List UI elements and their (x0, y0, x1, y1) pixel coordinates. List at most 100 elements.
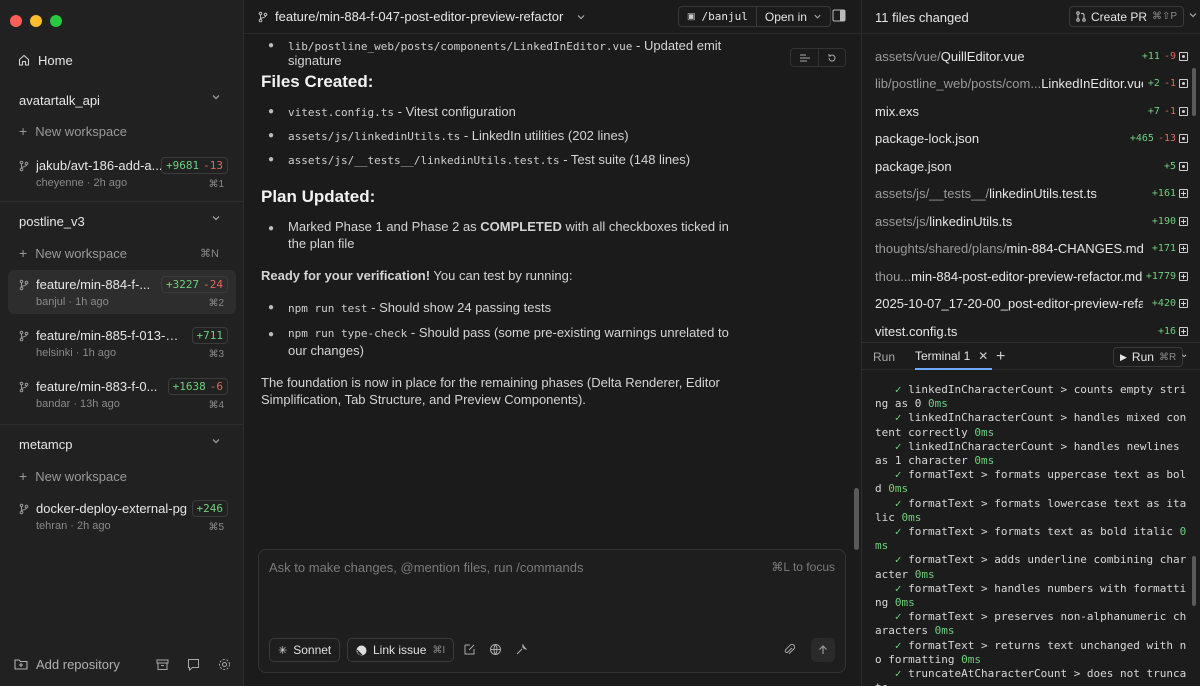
diff-stats: +7 -1 (1143, 105, 1176, 117)
create-pr-button[interactable]: Create PR ⌘⇧P (1069, 6, 1185, 27)
list-item: ● npm run type-check - Should pass (some … (268, 325, 729, 358)
divider (0, 201, 243, 202)
diff-stats: +465 -13 (1125, 133, 1176, 144)
file-path: thou...min-884-post-editor-preview-refac… (875, 268, 1143, 284)
open-in-button[interactable]: Open in (757, 7, 830, 26)
workspace-shortcut: ⌘3 (208, 349, 224, 360)
scrollbar[interactable] (854, 488, 859, 550)
home-icon (18, 54, 30, 66)
workspace-item[interactable]: docker-deploy-external-pg tehran · 2h ag… (8, 494, 236, 538)
repo-header-postline-v3[interactable]: postline_v3 (8, 209, 235, 233)
archive-icon[interactable] (156, 658, 169, 671)
file-path: 2025-10-07_17-20-00_post-editor-preview-… (875, 296, 1143, 311)
changed-file-row[interactable]: mix.exs +7 -1 (862, 97, 1200, 125)
workspace-shortcut: ⌘4 (208, 400, 224, 411)
revert-icon[interactable] (818, 49, 845, 66)
scrollbar[interactable] (1192, 68, 1196, 116)
new-workspace-label: New workspace (35, 123, 127, 139)
paperclip-icon[interactable] (783, 643, 795, 656)
link-issue-button[interactable]: Link issue ⌘I (347, 638, 455, 662)
workspace-item-active[interactable]: feature/min-884-f-... banjul · 1h ago +3… (8, 270, 236, 314)
model-selector[interactable]: ✳ Sonnet (269, 638, 341, 662)
changed-file-row[interactable]: lib/postline_web/posts/com...LinkedInEdi… (862, 70, 1200, 98)
file-path: vitest.config.ts (875, 323, 958, 339)
changed-file-row[interactable]: 2025-10-07_17-20-00_post-editor-preview-… (862, 290, 1200, 318)
file-modified-icon (1179, 161, 1188, 171)
toggle-panel-icon[interactable] (832, 9, 846, 22)
list-icon[interactable] (791, 49, 818, 66)
globe-icon[interactable] (489, 643, 502, 656)
new-workspace-button[interactable]: + New workspace (8, 120, 235, 142)
changed-file-row[interactable]: vitest.config.ts +16 (862, 317, 1200, 345)
composer[interactable]: Ask to make changes, @mention files, run… (258, 549, 846, 673)
list-item: ● lib/postline_web/posts/components/Linke… (268, 38, 722, 68)
run-options-chevron-icon[interactable]: ⌄ (1180, 349, 1188, 360)
files-changed-count: 11 files changed (875, 10, 969, 25)
file-added-icon (1179, 244, 1188, 253)
changed-file-row[interactable]: assets/js/__tests__/linkedinUtils.test.t… (862, 180, 1200, 208)
model-label: Sonnet (293, 643, 332, 657)
composer-input[interactable]: Ask to make changes, @mention files, run… (269, 560, 584, 575)
close-window-button[interactable] (10, 15, 22, 27)
file-added-icon (1179, 216, 1188, 226)
workspace-shortcut: ⌘2 (208, 298, 224, 309)
changed-file-row[interactable]: assets/js/linkedinUtils.ts +190 (862, 207, 1200, 235)
send-button[interactable] (811, 638, 835, 662)
play-icon: ▶ (1120, 351, 1127, 362)
wrench-icon[interactable] (515, 643, 528, 656)
run-button[interactable]: ▶ Run ⌘R (1113, 347, 1184, 367)
workspace-name: feature/min-884-f-... (36, 277, 151, 292)
scrollbar[interactable] (1192, 556, 1196, 606)
file-modified-icon (1179, 106, 1188, 116)
add-repository-button[interactable]: Add repository (14, 657, 120, 672)
chevron-down-icon (577, 14, 585, 19)
tab-terminal-1[interactable]: Terminal 1 ✕ (915, 343, 993, 370)
file-path: assets/js/linkedinUtils.ts (875, 213, 1013, 229)
terminal-line: ✓ linkedInCharacterCount > counts empty … (875, 383, 1187, 411)
git-branch-icon (19, 381, 29, 393)
close-icon[interactable]: ✕ (978, 349, 988, 363)
changed-file-row[interactable]: package.json +5 (862, 152, 1200, 180)
zoom-window-button[interactable] (50, 15, 62, 27)
diff-badge: +246 (191, 500, 228, 517)
changed-file-row[interactable]: thoughts/shared/plans/min-884-CHANGES.md… (862, 235, 1200, 263)
edit-icon[interactable] (463, 643, 476, 656)
chevron-down-icon (814, 14, 821, 19)
new-workspace-label: New workspace (35, 245, 127, 261)
minimize-window-button[interactable] (30, 15, 42, 27)
terminal-line: ✓ formatText > formats uppercase text as… (875, 468, 1187, 496)
ready-paragraph: Ready for your verification! You can tes… (261, 268, 573, 283)
sparkle-icon: ✳ (278, 644, 288, 657)
chat-icon[interactable] (187, 658, 200, 671)
branch-selector[interactable]: feature/min-884-f-047-post-editor-previe… (258, 9, 586, 24)
main-toolbar: feature/min-884-f-047-post-editor-previe… (244, 0, 861, 34)
terminal-output[interactable]: ✓ linkedInCharacterCount > counts empty … (875, 383, 1187, 686)
repo-name: avatartalk_api (19, 92, 100, 108)
new-workspace-button[interactable]: + New workspace ⌘N (8, 242, 235, 264)
workspace-meta: banjul · 1h ago (36, 296, 109, 308)
new-workspace-button[interactable]: + New workspace (8, 465, 235, 487)
repo-header-metamcp[interactable]: metamcp (8, 432, 235, 456)
file-added-icon (1179, 271, 1188, 281)
directory-label: /banjul (701, 10, 748, 23)
gear-icon[interactable] (218, 658, 231, 671)
workspace-item[interactable]: feature/min-883-f-0... bandar · 13h ago … (8, 372, 236, 416)
changed-file-row[interactable]: assets/vue/QuillEditor.vue +11 -9 (862, 42, 1200, 70)
changed-file-row[interactable]: thou...min-884-post-editor-preview-refac… (862, 262, 1200, 290)
chevron-down-icon[interactable] (211, 213, 221, 223)
changed-file-row[interactable]: package-lock.json +465 -13 (862, 125, 1200, 153)
chevron-down-icon[interactable] (211, 92, 221, 102)
workspace-item[interactable]: feature/min-885-f-013-p... helsinki · 1h… (8, 321, 236, 365)
home-link[interactable]: Home (8, 48, 235, 72)
workspace-item[interactable]: jakub/avt-186-add-a... cheyenne · 2h ago… (8, 151, 236, 195)
tab-run[interactable]: Run (873, 343, 895, 370)
repo-header-avatartalk-api[interactable]: avatartalk_api (8, 88, 235, 112)
chevron-down-icon[interactable] (211, 436, 221, 446)
workspace-name: feature/min-885-f-013-p... (36, 328, 181, 343)
file-path: mix.exs (875, 103, 920, 119)
folder-plus-icon (14, 659, 28, 670)
add-terminal-button[interactable]: + (996, 343, 1005, 370)
window-controls (10, 15, 62, 27)
copy-path-button[interactable]: ▣ /banjul (679, 7, 757, 26)
chevron-down-icon[interactable] (1188, 10, 1198, 20)
